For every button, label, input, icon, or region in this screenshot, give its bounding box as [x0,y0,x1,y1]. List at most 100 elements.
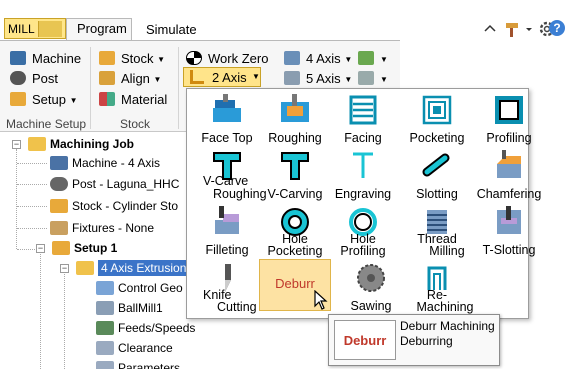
slotting-icon [422,153,450,177]
tree-item-parameters[interactable]: Parameters [96,359,180,369]
group-label-stock: Stock [120,117,151,131]
tile-label: Knife Cutting [187,289,267,314]
tree-item-post[interactable]: Post - Laguna_HHC [50,175,179,193]
toolpath-menu: Face Top Roughing Facing Pocketing Profi… [186,88,541,319]
hammer-icon[interactable] [503,20,521,38]
feeds-icon [96,321,114,335]
setup-button[interactable]: Setup ▼ [10,91,78,109]
menu-hole-profiling[interactable]: Hole Profiling [323,203,403,259]
ballmill-icon [96,301,114,315]
post-button[interactable]: Post [10,70,58,88]
tooltip-title: Deburr Machining [400,319,495,333]
tree-item-label: 4 Axis Extrusion [98,260,190,276]
group-label-machine-setup: Machine Setup [6,117,87,131]
tile-label: Chamfering [476,187,542,201]
tree-item-label: Stock - Cylinder Sto [72,199,179,213]
tab-bar: MILL Program Simulate ? [0,0,567,41]
tab-program[interactable]: Program [66,18,132,41]
tree-item-setup[interactable]: Setup 1 [52,239,117,257]
tree-item-stock[interactable]: Stock - Cylinder Sto [50,197,178,215]
tree-item-label: Clearance [118,341,173,355]
menu-t-slotting[interactable]: T-Slotting [469,203,549,259]
machine-label: Machine [32,51,82,66]
mill-menu-button[interactable]: MILL [4,18,66,39]
tools-button[interactable]: ▼ [358,50,388,68]
tree-collapse-toggle[interactable]: − [12,140,21,149]
tile-label: T-Slotting [482,243,536,257]
tree-connector [17,249,35,250]
setup-icon [10,92,26,106]
material-button[interactable]: Material [99,91,167,109]
folder-icon [76,261,94,275]
folder-icon [28,137,46,151]
dropdown-arrow-icon: ▼ [153,75,162,84]
menu-slotting[interactable]: Slotting [397,147,477,203]
tab-simulate[interactable]: Simulate [136,20,206,40]
geometry-icon [96,281,114,295]
align-button[interactable]: Align ▼ [99,70,161,88]
menu-knife-cutting[interactable]: Knife Cutting [187,259,267,315]
tree-item-extrusion[interactable]: 4 Axis Extrusion [76,259,190,277]
tree-item-tool[interactable]: BallMill1 [96,299,163,317]
pattern-button[interactable]: ▼ [358,70,388,88]
menu-chamfering[interactable]: Chamfering [469,147,549,203]
tree-item-clearance[interactable]: Clearance [96,339,173,357]
tree-item-machine[interactable]: Machine - 4 Axis [50,154,160,172]
tree-connector [17,206,47,207]
dropdown-arrow-icon[interactable] [524,20,534,38]
tree-item-feeds-speeds[interactable]: Feeds/Speeds [96,319,195,337]
tree-item-label: Setup 1 [74,241,118,255]
machine-button[interactable]: Machine [10,50,81,68]
tree-item-label: BallMill1 [118,301,163,315]
engraving-icon [353,152,373,178]
four-axis-label: 4 Axis [306,51,341,66]
menu-engraving[interactable]: Engraving [323,147,403,203]
tree-item-label: Machine - 4 Axis [72,156,161,170]
tree-item-machining-job[interactable]: Machining Job [28,135,134,153]
menu-remachining[interactable]: Re- Machining [397,259,477,315]
tree-item-label: Parameters [118,361,181,369]
menu-profiling[interactable]: Profiling [469,91,549,147]
mill-icon [38,21,62,37]
tree-collapse-toggle[interactable]: − [60,264,69,273]
menu-pocketing[interactable]: Pocketing [397,91,477,147]
tooltip-description: Deburring [400,334,453,348]
two-axis-icon [190,70,204,84]
tooltip: Deburr Deburr Machining Deburring [328,314,500,366]
tree-item-label: Control Geo [118,281,183,295]
tile-label: Hole Profiling [323,233,403,258]
menu-facing[interactable]: Facing [323,91,403,147]
stock-button[interactable]: Stock ▼ [99,50,165,68]
tile-label: Facing [344,131,382,145]
two-axis-button[interactable]: 2 Axis ▼ [183,67,261,87]
dropdown-arrow-icon: ▼ [69,96,78,105]
wrench-icon [358,51,374,65]
chevron-up-icon[interactable] [481,20,499,38]
post-icon [50,177,68,191]
ribbon-separator [178,47,179,129]
five-axis-button[interactable]: 5 Axis ▼ [284,70,352,88]
tile-label-line2: Milling [429,244,465,258]
four-axis-button[interactable]: 4 Axis ▼ [284,50,352,68]
pocketing-icon [422,95,452,125]
face-top-icon [213,94,241,122]
parameters-icon [96,361,114,369]
menu-thread-milling[interactable]: Thread Milling [397,203,477,259]
material-label: Material [121,92,168,107]
stock-label: Stock [121,51,154,66]
tile-label: Engraving [334,187,392,201]
help-icon[interactable]: ? [548,19,566,37]
work-zero-label: Work Zero [208,51,269,66]
tile-label: Pocketing [409,131,465,145]
tile-label: Slotting [416,187,458,201]
tile-label: Thread Milling [397,233,477,258]
ribbon-separator [90,47,91,129]
dropdown-arrow-icon: ▼ [157,55,166,64]
five-axis-label: 5 Axis [306,71,341,86]
tree-item-control-geometry[interactable]: Control Geo [96,279,183,297]
tree-collapse-toggle[interactable]: − [36,244,45,253]
tree-item-fixtures[interactable]: Fixtures - None [50,219,154,237]
stock-icon [99,51,115,65]
two-axis-label: 2 Axis [212,70,247,85]
work-zero-button[interactable]: Work Zero [186,50,268,68]
